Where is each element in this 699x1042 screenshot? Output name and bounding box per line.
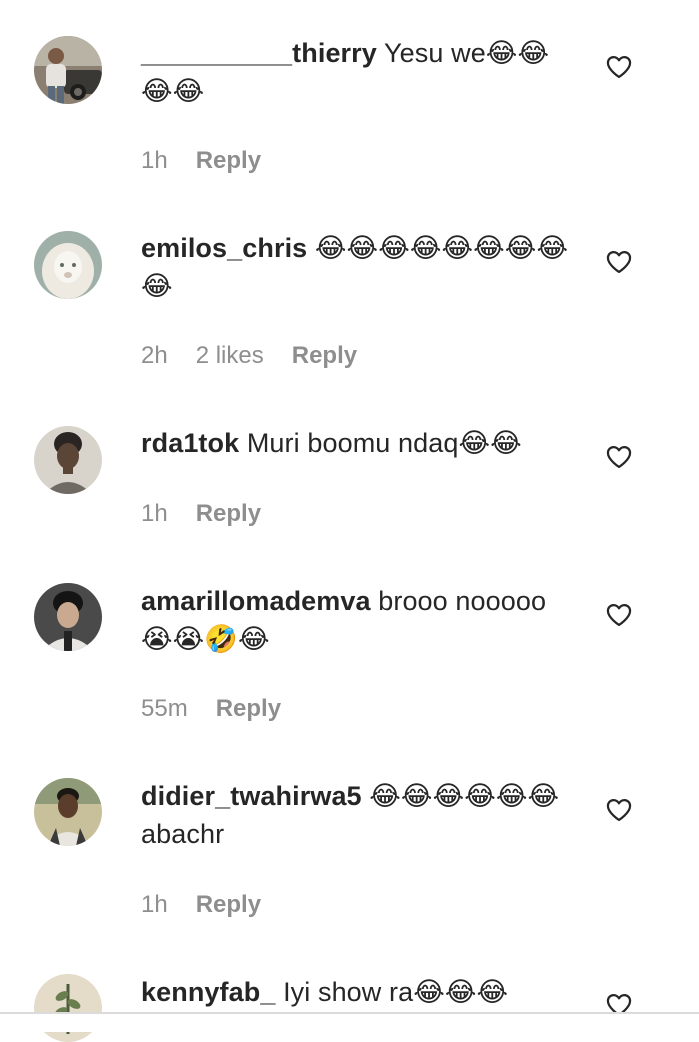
like-heart-icon[interactable] (605, 796, 633, 824)
like-heart-icon[interactable] (605, 601, 633, 629)
avatar[interactable] (34, 583, 102, 651)
comment-username[interactable]: didier_twahirwa5 (141, 781, 362, 811)
comment-text: Iyi show ra😂😂😂 (283, 977, 509, 1007)
reply-button[interactable]: Reply (196, 500, 261, 527)
comment-time: 1h (141, 500, 168, 527)
comment-username[interactable]: amarillomademva (141, 586, 371, 616)
avatar[interactable] (34, 36, 102, 104)
comment-username[interactable]: __________thierry (141, 38, 377, 68)
comment-username[interactable]: kennyfab_ (141, 977, 275, 1007)
reply-button[interactable]: Reply (292, 342, 357, 369)
comment-time: 2h (141, 342, 168, 369)
reply-button[interactable]: Reply (216, 695, 281, 722)
reply-button[interactable]: Reply (196, 891, 261, 918)
comment-time: 1h (141, 891, 168, 918)
avatar[interactable] (34, 231, 102, 299)
like-heart-icon[interactable] (605, 248, 633, 276)
bottom-strip (0, 1014, 699, 1032)
likes-count[interactable]: 2 likes (196, 342, 264, 369)
comment-time: 1h (141, 147, 168, 174)
reply-button[interactable]: Reply (196, 147, 261, 174)
like-heart-icon[interactable] (605, 53, 633, 81)
avatar[interactable] (34, 778, 102, 846)
like-heart-icon[interactable] (605, 443, 633, 471)
avatar[interactable] (34, 426, 102, 494)
comment-time: 55m (141, 695, 188, 722)
comment-username[interactable]: rda1tok (141, 428, 239, 458)
comment-text: Muri boomu ndaq😂😂 (246, 428, 522, 458)
comment-username[interactable]: emilos_chris (141, 233, 307, 263)
